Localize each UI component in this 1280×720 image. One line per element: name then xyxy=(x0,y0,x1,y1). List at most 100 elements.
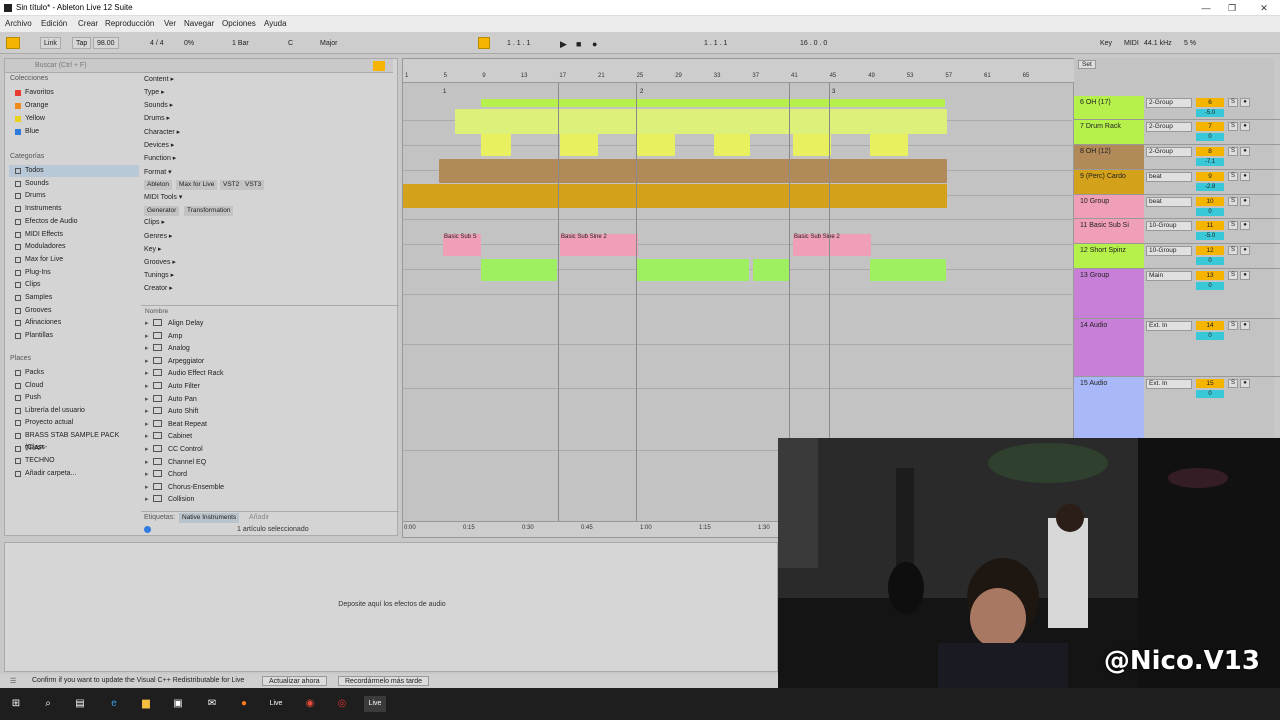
solo-button[interactable]: S xyxy=(1228,122,1238,131)
clip[interactable] xyxy=(455,109,947,134)
category-item[interactable]: Moduladores xyxy=(9,241,139,253)
clip[interactable] xyxy=(714,134,750,156)
tap-button[interactable]: Tap xyxy=(72,37,92,49)
file-row[interactable]: ▸ Amp xyxy=(145,331,395,344)
live-active-app[interactable]: Live xyxy=(364,696,386,712)
quantize-select[interactable]: 1 Bar xyxy=(228,37,253,49)
track-header[interactable]: 8 OH (12) 2-Group 8 -7.1 S ● xyxy=(1074,145,1280,170)
category-item[interactable]: Todos xyxy=(9,165,139,177)
volume-field[interactable]: -5.0 xyxy=(1196,232,1224,240)
search-bar[interactable]: Buscar (Ctrl + F) xyxy=(5,59,393,73)
place-item[interactable]: TECHNO xyxy=(9,455,139,467)
record-arm-icon[interactable]: ● xyxy=(1240,98,1250,107)
volume-field[interactable]: -2.8 xyxy=(1196,183,1224,191)
format-tag[interactable]: Max for Live xyxy=(176,180,218,190)
routing-select[interactable]: Ext. In xyxy=(1146,379,1192,389)
track-header[interactable]: 14 Audio Ext. In 14 0 S ● xyxy=(1074,319,1280,377)
record-arm-icon[interactable]: ● xyxy=(1240,321,1250,330)
file-row[interactable]: ▸ Analog xyxy=(145,343,395,356)
solo-button[interactable]: S xyxy=(1228,271,1238,280)
filter-item[interactable]: MIDI Tools ▾ xyxy=(144,193,182,201)
volume-field[interactable]: -5.0 xyxy=(1196,109,1224,117)
solo-button[interactable]: S xyxy=(1228,221,1238,230)
expand-icon[interactable]: ▸ xyxy=(145,406,153,419)
place-item[interactable]: TRAP xyxy=(9,443,139,455)
edge-icon[interactable]: e xyxy=(106,696,122,712)
collection-yellow[interactable]: Yellow xyxy=(9,113,139,125)
expand-icon[interactable]: ▸ xyxy=(145,343,153,356)
track-activator[interactable]: 6 xyxy=(1196,98,1224,107)
track-header[interactable]: 7 Drum Rack 2-Group 7 0 S ● xyxy=(1074,120,1280,145)
clip[interactable] xyxy=(870,259,946,281)
search-input[interactable]: Buscar (Ctrl + F) xyxy=(35,62,87,69)
track-header[interactable]: 15 Audio Ext. In 15 0 S ● xyxy=(1074,377,1280,439)
chrome-icon[interactable]: ◉ xyxy=(302,696,318,712)
bar-ruler[interactable]: 1 5 9 13 17 21 25 29 33 37 41 45 49 53 57 61 65 xyxy=(403,71,1075,83)
clip[interactable] xyxy=(793,134,831,156)
record-arm-icon[interactable]: ● xyxy=(1240,246,1250,255)
volume-field[interactable]: -7.1 xyxy=(1196,158,1224,166)
place-item[interactable]: BRASS STAB SAMPLE PACK (Class- xyxy=(9,430,139,451)
menu-reproduccion[interactable]: Reproducción xyxy=(105,19,154,28)
info-icon[interactable] xyxy=(144,526,151,533)
expand-icon[interactable]: ▸ xyxy=(145,494,153,507)
track-activator[interactable]: 10 xyxy=(1196,197,1224,206)
place-item[interactable]: Proyecto actual xyxy=(9,417,139,429)
filter-item[interactable]: Clips ▸ xyxy=(144,218,165,226)
filter-item[interactable]: Creator ▸ xyxy=(144,284,173,292)
track-name[interactable]: 7 Drum Rack xyxy=(1074,120,1144,144)
solo-button[interactable]: S xyxy=(1228,172,1238,181)
close-button[interactable]: ✕ xyxy=(1250,1,1278,15)
clip[interactable] xyxy=(637,259,749,281)
expand-icon[interactable]: ▸ xyxy=(145,331,153,344)
task-view-icon[interactable]: ▤ xyxy=(72,696,88,712)
format-tag[interactable]: VST3 xyxy=(242,180,265,190)
record-arm-icon[interactable]: ● xyxy=(1240,379,1250,388)
menu-opciones[interactable]: Opciones xyxy=(222,19,256,28)
routing-select[interactable]: Ext. In xyxy=(1146,321,1192,331)
filter-item[interactable]: Tunings ▸ xyxy=(144,271,174,279)
expand-icon[interactable]: ▸ xyxy=(145,394,153,407)
menu-crear[interactable]: Crear xyxy=(78,19,98,28)
key-select[interactable]: C xyxy=(284,37,297,49)
menu-navegar[interactable]: Navegar xyxy=(184,19,214,28)
record-icon[interactable]: ● xyxy=(588,37,601,49)
track-name[interactable]: 12 Short Spinz xyxy=(1074,244,1144,268)
track-name[interactable]: 15 Audio xyxy=(1074,377,1144,438)
filter-item[interactable]: Key ▸ xyxy=(144,245,162,253)
solo-button[interactable]: S xyxy=(1228,197,1238,206)
clip[interactable] xyxy=(481,134,511,156)
clip[interactable] xyxy=(481,259,557,281)
track-name[interactable]: 6 OH (17) xyxy=(1074,96,1144,119)
record-arm-icon[interactable]: ● xyxy=(1240,122,1250,131)
track-name[interactable]: 8 OH (12) xyxy=(1074,145,1144,169)
track-header[interactable]: 9 (Perc) Cardo beat 9 -2.8 S ● xyxy=(1074,170,1280,195)
file-row[interactable]: ▸ Chord xyxy=(145,469,395,482)
track-activator[interactable]: 9 xyxy=(1196,172,1224,181)
file-row[interactable]: ▸ Audio Effect Rack xyxy=(145,368,395,381)
category-item[interactable]: Grooves xyxy=(9,305,139,317)
filter-item[interactable]: Devices ▸ xyxy=(144,141,174,149)
folder-icon[interactable] xyxy=(373,61,385,71)
remind-later-button[interactable]: Recordármelo más tarde xyxy=(338,676,430,686)
expand-icon[interactable]: ▸ xyxy=(145,444,153,457)
expand-icon[interactable]: ▸ xyxy=(145,457,153,470)
menu-edicion[interactable]: Edición xyxy=(41,19,67,28)
volume-field[interactable]: 0 xyxy=(1196,282,1224,290)
category-item[interactable]: Sounds xyxy=(9,178,139,190)
device-panel[interactable]: Deposite aquí los efectos de audio xyxy=(4,542,778,672)
volume-field[interactable]: 0 xyxy=(1196,390,1224,398)
maximize-button[interactable]: ❐ xyxy=(1218,1,1246,15)
obs-icon[interactable]: ◎ xyxy=(334,696,350,712)
solo-button[interactable]: S xyxy=(1228,246,1238,255)
add-tag-button[interactable]: Añadir xyxy=(249,514,269,521)
file-row[interactable]: ▸ Chorus-Ensemble xyxy=(145,482,395,495)
menu-ver[interactable]: Ver xyxy=(164,19,176,28)
solo-button[interactable]: S xyxy=(1228,98,1238,107)
volume-field[interactable]: 0 xyxy=(1196,257,1224,265)
track-activator[interactable]: 14 xyxy=(1196,321,1224,330)
file-row[interactable]: ▸ CC Control xyxy=(145,444,395,457)
file-row[interactable]: ▸ Cabinet xyxy=(145,431,395,444)
follow-icon[interactable] xyxy=(478,37,490,49)
track-activator[interactable]: 11 xyxy=(1196,221,1224,230)
